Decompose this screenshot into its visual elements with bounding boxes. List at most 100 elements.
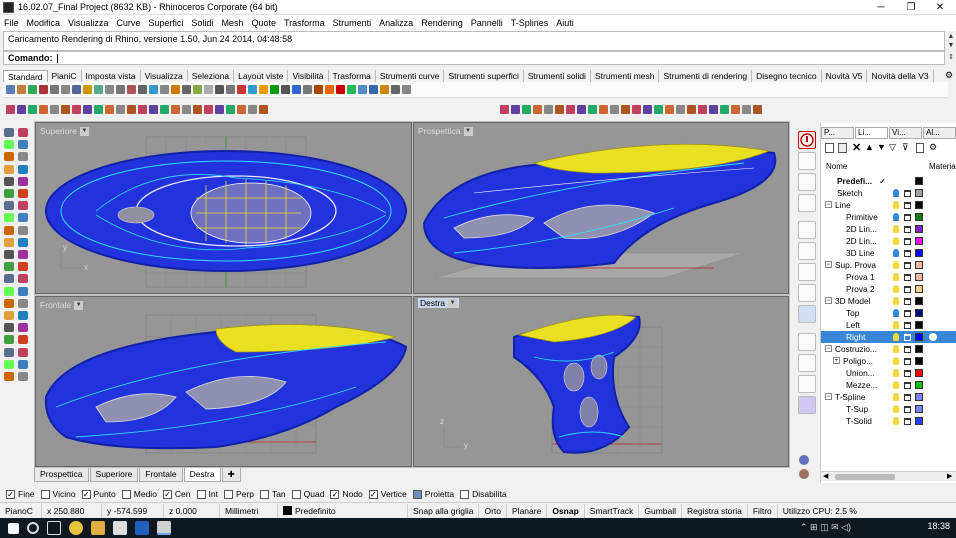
secondary-tool-36-icon[interactable]	[621, 105, 630, 114]
panel-tab-properties[interactable]: P...	[821, 127, 854, 139]
standard-tool-17-icon[interactable]	[182, 85, 191, 94]
layer-visibility-bulb-icon[interactable]	[893, 201, 899, 209]
layer-expander-icon[interactable]: −	[825, 297, 832, 304]
left-tool-15-icon[interactable]	[4, 213, 14, 223]
standard-tool-8-icon[interactable]	[83, 85, 92, 94]
move-down-icon[interactable]: ▼	[877, 142, 886, 152]
secondary-tool-20-icon[interactable]	[215, 105, 224, 114]
left-tool-40-icon[interactable]	[18, 359, 28, 369]
layer-expander-icon[interactable]: −	[825, 393, 832, 400]
material-sphere-icon[interactable]	[799, 469, 809, 479]
left-tool-31-icon[interactable]	[4, 311, 14, 320]
osnap-checkbox[interactable]	[291, 489, 301, 499]
secondary-tool-42-icon[interactable]	[687, 105, 696, 114]
standard-tool-20-icon[interactable]	[215, 85, 224, 94]
layer-visibility-bulb-icon[interactable]	[893, 369, 899, 377]
menu-file[interactable]: File	[4, 18, 19, 28]
new-sublayer-icon[interactable]	[838, 143, 847, 153]
status-registra-storia[interactable]: Registra storia	[682, 503, 748, 518]
layer-lock-icon[interactable]	[904, 274, 911, 281]
osnap-checkbox[interactable]	[223, 489, 233, 499]
secondary-tool-6-icon[interactable]	[61, 105, 70, 114]
secondary-tool-28-icon[interactable]	[533, 105, 542, 114]
layer-color-swatch[interactable]	[915, 333, 923, 341]
menu-solidi[interactable]: Solidi	[191, 18, 213, 28]
layer-material-icon[interactable]	[929, 333, 937, 341]
secondary-tool-41-icon[interactable]	[676, 105, 685, 114]
standard-tool-26-icon[interactable]	[281, 85, 290, 94]
osnap-nodo[interactable]: ✓ Nodo	[330, 489, 363, 499]
standard-tool-35-icon[interactable]	[380, 85, 389, 94]
layer-row[interactable]: Sketch	[821, 187, 956, 199]
secondary-tool-29-icon[interactable]	[544, 105, 553, 114]
status-snap-grid[interactable]: Snap alla griglia	[408, 503, 480, 518]
left-tool-19-icon[interactable]	[4, 237, 14, 247]
standard-tool-22-icon[interactable]	[237, 85, 246, 94]
left-tool-22-icon[interactable]	[18, 250, 28, 259]
status-filtro[interactable]: Filtro	[748, 503, 778, 518]
layer-row[interactable]: −3D Model	[821, 295, 956, 307]
layer-color-swatch[interactable]	[915, 273, 923, 281]
layer-visibility-bulb-icon[interactable]	[893, 285, 899, 293]
task-view-icon[interactable]	[47, 521, 61, 535]
osnap-disabilita[interactable]: Disabilita	[460, 489, 507, 499]
viewport-tab-prospettica[interactable]: Prospettica	[34, 468, 89, 482]
osnap-checkbox[interactable]: ✓	[368, 489, 378, 499]
left-tool-36-icon[interactable]	[18, 335, 28, 345]
secondary-tool-33-icon[interactable]	[588, 105, 597, 114]
maximize-button[interactable]: ❐	[896, 0, 926, 15]
plane-icon[interactable]	[798, 152, 816, 170]
left-tool-7-icon[interactable]	[4, 164, 14, 174]
tab-seleziona[interactable]: Seleziona	[188, 70, 235, 82]
layer-row[interactable]: Mezze...	[821, 379, 956, 391]
menu-curve[interactable]: Curve	[116, 18, 140, 28]
menu-quote[interactable]: Quote	[251, 18, 276, 28]
secondary-tool-47-icon[interactable]	[742, 105, 751, 114]
left-tool-13-icon[interactable]	[4, 201, 14, 211]
standard-tool-11-icon[interactable]	[116, 85, 125, 94]
layer-lock-icon[interactable]	[904, 322, 911, 329]
menu-visualizza[interactable]: Visualizza	[68, 18, 108, 28]
viewport-right-label[interactable]: Destra ▼	[418, 298, 460, 308]
secondary-tool-5-icon[interactable]	[50, 105, 59, 114]
layer-color-swatch[interactable]	[915, 249, 923, 257]
standard-tool-28-icon[interactable]	[303, 85, 312, 94]
layer-visibility-bulb-icon[interactable]	[893, 261, 899, 269]
layer-color-swatch[interactable]	[915, 357, 923, 365]
secondary-tool-8-icon[interactable]	[83, 105, 92, 114]
layer-row[interactable]: − T-Spline	[821, 391, 956, 403]
layer-color-swatch[interactable]	[915, 189, 923, 197]
osnap-punto[interactable]: ✓ Punto	[81, 489, 116, 499]
viewport-tab-destra[interactable]: Destra	[183, 468, 221, 482]
command-prompt[interactable]: Comando:	[3, 51, 945, 65]
standard-tool-4-icon[interactable]	[39, 85, 48, 94]
layer-color-swatch[interactable]	[915, 237, 923, 245]
menu-tsplines[interactable]: T-Splines	[511, 18, 549, 28]
left-tool-12-icon[interactable]	[18, 189, 28, 198]
toolbar-options-gear-icon[interactable]: ⚙	[945, 70, 953, 81]
secondary-tool-27-icon[interactable]	[522, 105, 531, 114]
secondary-tool-40-icon[interactable]	[665, 105, 674, 114]
left-tool-35-icon[interactable]	[4, 335, 14, 345]
tsplines-icon[interactable]	[798, 396, 816, 414]
osnap-quad[interactable]: Quad	[291, 489, 324, 499]
status-orto[interactable]: Orto	[479, 503, 508, 518]
cube-perspective-icon[interactable]	[798, 305, 816, 323]
layer-color-swatch[interactable]	[915, 393, 923, 401]
left-tool-21-icon[interactable]	[4, 250, 14, 259]
layer-visibility-bulb-icon[interactable]	[893, 213, 899, 221]
layer-row[interactable]: T-Solid	[821, 415, 956, 427]
layer-color-swatch[interactable]	[915, 201, 923, 209]
layer-visibility-bulb-icon[interactable]	[893, 393, 899, 401]
viewport-right[interactable]: Destra ▼ z y	[413, 296, 789, 467]
layer-row[interactable]: − Sup. Prova	[821, 259, 956, 271]
left-tool-30-icon[interactable]	[18, 298, 28, 308]
layer-lock-icon[interactable]	[904, 358, 911, 365]
layer-visibility-bulb-icon[interactable]	[893, 357, 899, 365]
layer-lock-icon[interactable]	[904, 262, 911, 269]
layer-visibility-bulb-icon[interactable]	[893, 189, 899, 197]
network-icon[interactable]	[798, 194, 816, 212]
column-material[interactable]: Material	[929, 162, 956, 171]
standard-tool-1-icon[interactable]	[6, 85, 15, 94]
secondary-tool-39-icon[interactable]	[654, 105, 663, 114]
